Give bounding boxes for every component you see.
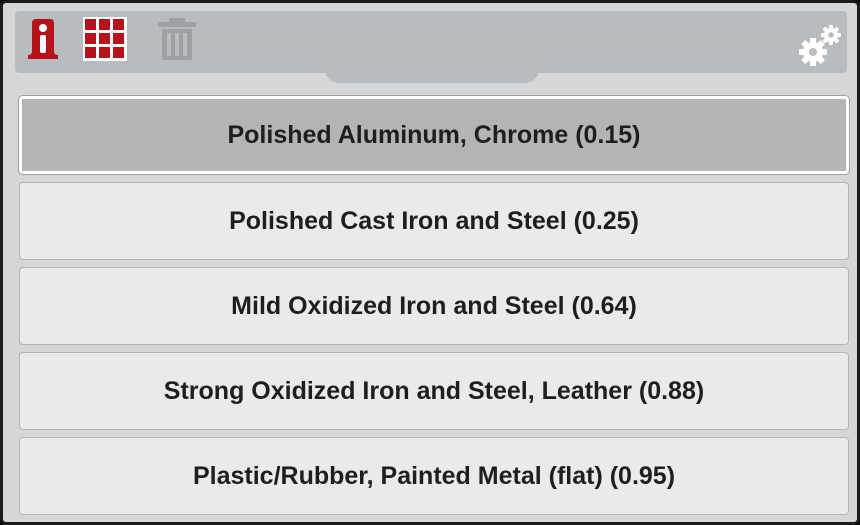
emissivity-option-mild-oxidized-iron[interactable]: Mild Oxidized Iron and Steel (0.64) xyxy=(19,267,849,345)
app-frame: Polished Aluminum, Chrome (0.15) Polishe… xyxy=(0,0,860,525)
grid-icon[interactable] xyxy=(83,17,127,61)
info-icon[interactable] xyxy=(21,17,65,61)
emissivity-option-plastic-rubber[interactable]: Plastic/Rubber, Painted Metal (flat) (0.… xyxy=(19,437,849,515)
emissivity-option-polished-cast-iron[interactable]: Polished Cast Iron and Steel (0.25) xyxy=(19,182,849,260)
gear-icon[interactable] xyxy=(799,23,843,67)
trash-icon[interactable] xyxy=(155,17,199,61)
toolbar-pull-tab[interactable] xyxy=(325,59,539,83)
emissivity-option-strong-oxidized-iron[interactable]: Strong Oxidized Iron and Steel, Leather … xyxy=(19,352,849,430)
emissivity-option-polished-aluminum[interactable]: Polished Aluminum, Chrome (0.15) xyxy=(19,96,849,174)
